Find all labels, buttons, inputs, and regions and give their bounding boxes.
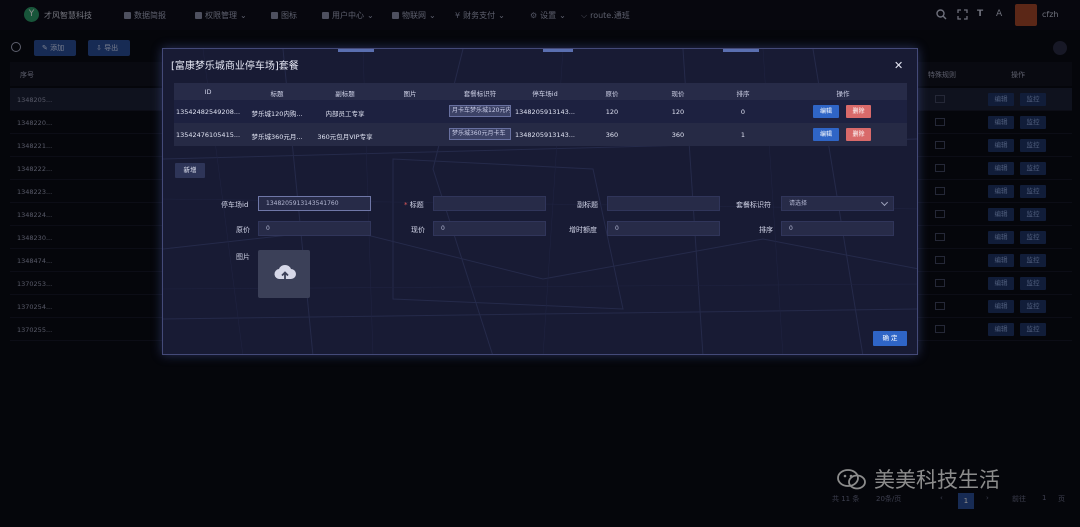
delete-button[interactable]: 删除: [846, 128, 871, 141]
cell-id: 13542482549208...: [175, 108, 241, 116]
cell-id: 13542476105415...: [175, 131, 241, 139]
header-decoration: [723, 49, 759, 52]
new-package-button[interactable]: 新增: [175, 163, 205, 178]
cell-sort: 1: [740, 131, 746, 139]
header-decoration: [543, 49, 573, 52]
chevron-down-icon: [880, 198, 889, 207]
col-identifier: 套餐标识符: [463, 90, 497, 98]
cell-lot-id: 13482059131​43...: [515, 131, 575, 139]
edit-button[interactable]: 编辑: [813, 128, 839, 141]
cell-current-price: 360: [671, 131, 685, 139]
col-subtitle: 副标题: [335, 90, 355, 98]
extra-quota-field[interactable]: 0: [607, 221, 720, 236]
col-ops: 操作: [836, 90, 850, 98]
image-label: 图片: [236, 253, 250, 261]
current-price-field[interactable]: 0: [433, 221, 546, 236]
col-original-price: 原价: [605, 90, 619, 98]
cell-title: 梦乐城120内购...: [251, 110, 303, 118]
sort-field[interactable]: 0: [781, 221, 894, 236]
subtitle-label: 副标题: [577, 201, 598, 209]
current-price-label: 现价: [411, 226, 425, 234]
title-field[interactable]: [433, 196, 546, 211]
title-label: * 标题: [404, 201, 424, 209]
cloud-upload-icon: [274, 265, 296, 280]
edit-button[interactable]: 编辑: [813, 105, 839, 118]
col-lot-id: 停车场id: [532, 90, 558, 98]
cell-original-price: 360: [605, 131, 619, 139]
sort-label: 排序: [759, 226, 773, 234]
confirm-button[interactable]: 确 定: [873, 331, 907, 346]
original-price-label: 原价: [236, 226, 250, 234]
lot-id-field[interactable]: 1348205913143541760: [258, 196, 371, 211]
title-label-text: 标题: [409, 201, 424, 209]
lot-id-label: 停车场id: [221, 201, 249, 209]
cell-subtitle: 内部员工专享: [325, 110, 365, 118]
image-uploader[interactable]: [258, 250, 310, 298]
cell-lot-id: 13482059131​43...: [515, 108, 575, 116]
package-row[interactable]: 13542482549208... 梦乐城120内购... 内部员工专享 月卡车…: [174, 100, 907, 123]
cell-identifier: 梦乐城360元月卡车: [449, 128, 511, 140]
package-row[interactable]: 13542476105415... 梦乐城360元月... 360元包月VIP专…: [174, 123, 907, 146]
delete-button[interactable]: 删除: [846, 105, 871, 118]
col-id: ID: [204, 88, 212, 96]
extra-quota-label: 增时额度: [569, 226, 597, 234]
package-table-header: ID 标题 副标题 图片 套餐标识符 停车场id 原价 现价 排序 操作: [174, 83, 907, 100]
cell-original-price: 120: [605, 108, 619, 116]
dialog-title: [富康梦乐城商业停车场]套餐: [171, 61, 299, 72]
cell-sort: 0: [740, 108, 746, 116]
identifier-select[interactable]: 请选择: [781, 196, 894, 211]
close-icon[interactable]: ✕: [894, 59, 903, 72]
subtitle-field[interactable]: [607, 196, 720, 211]
identifier-placeholder: 请选择: [789, 200, 808, 207]
cell-subtitle: 360元包月VIP专享: [317, 133, 373, 141]
header-decoration: [338, 49, 374, 52]
cell-identifier: 月卡车梦乐城120元内部专享: [449, 105, 511, 117]
identifier-label: 套餐标识符: [736, 201, 771, 209]
col-image: 图片: [403, 90, 417, 98]
original-price-field[interactable]: 0: [258, 221, 371, 236]
cell-current-price: 120: [671, 108, 685, 116]
package-dialog: [富康梦乐城商业停车场]套餐 ✕ ID 标题 副标题 图片 套餐标识符 停车场i…: [162, 48, 918, 355]
cell-title: 梦乐城360元月...: [251, 133, 303, 141]
col-sort: 排序: [736, 90, 750, 98]
col-current-price: 现价: [671, 90, 685, 98]
col-title: 标题: [270, 90, 284, 98]
